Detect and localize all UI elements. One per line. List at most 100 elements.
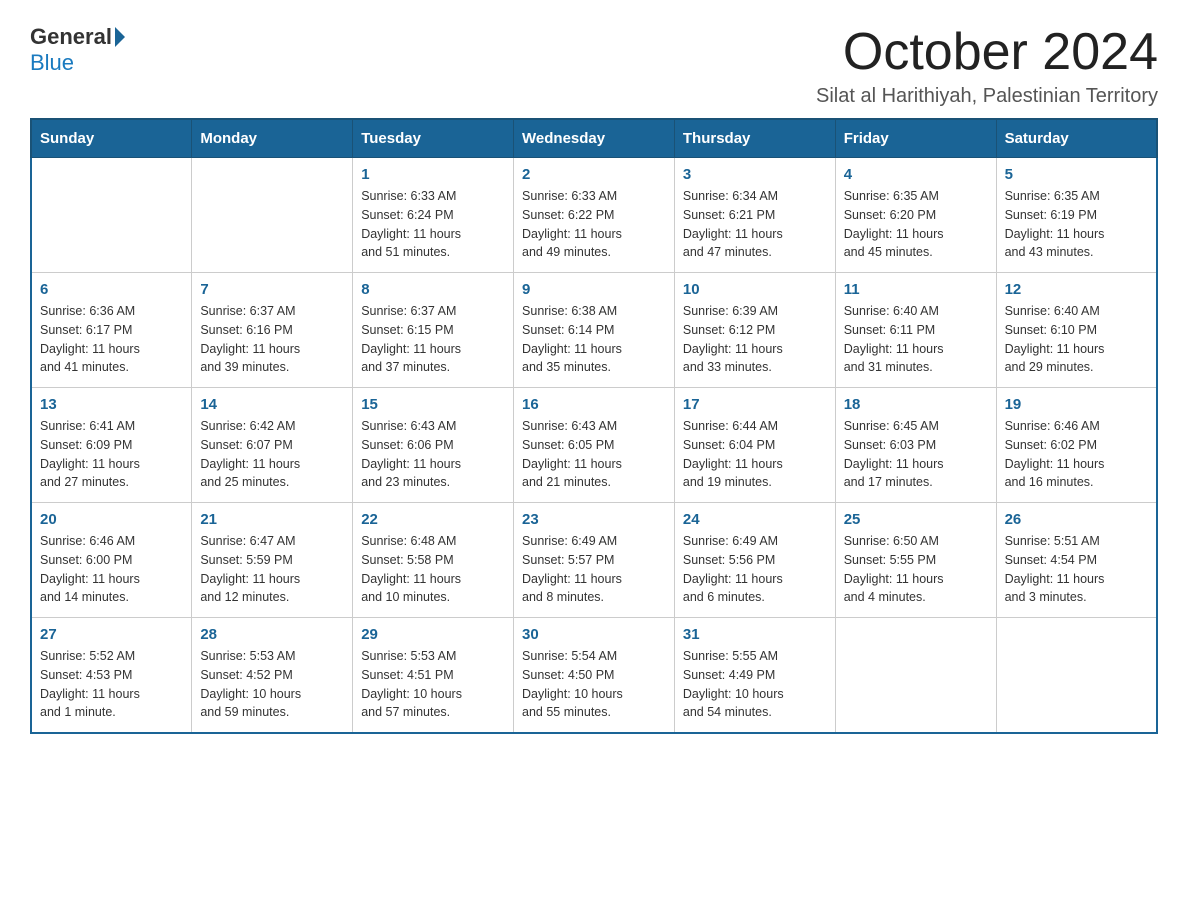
day-info: Sunrise: 6:37 AM Sunset: 6:15 PM Dayligh… xyxy=(361,302,505,377)
day-number: 4 xyxy=(844,166,988,183)
day-number: 12 xyxy=(1005,281,1148,298)
day-info: Sunrise: 6:45 AM Sunset: 6:03 PM Dayligh… xyxy=(844,417,988,492)
day-number: 16 xyxy=(522,396,666,413)
day-info: Sunrise: 6:35 AM Sunset: 6:19 PM Dayligh… xyxy=(1005,187,1148,262)
day-info: Sunrise: 6:46 AM Sunset: 6:00 PM Dayligh… xyxy=(40,532,183,607)
calendar-day-header: Saturday xyxy=(996,119,1157,158)
day-number: 5 xyxy=(1005,166,1148,183)
day-info: Sunrise: 6:33 AM Sunset: 6:24 PM Dayligh… xyxy=(361,187,505,262)
day-number: 28 xyxy=(200,626,344,643)
calendar-day-cell: 1 Sunrise: 6:33 AM Sunset: 6:24 PM Daylig… xyxy=(353,158,514,273)
calendar-day-cell: 17Sunrise: 6:44 AM Sunset: 6:04 PM Dayli… xyxy=(674,388,835,503)
day-info: Sunrise: 6:37 AM Sunset: 6:16 PM Dayligh… xyxy=(200,302,344,377)
day-info: Sunrise: 5:55 AM Sunset: 4:49 PM Dayligh… xyxy=(683,647,827,722)
day-number: 26 xyxy=(1005,511,1148,528)
calendar-day-cell: 3 Sunrise: 6:34 AM Sunset: 6:21 PM Daylig… xyxy=(674,158,835,273)
day-info: Sunrise: 6:40 AM Sunset: 6:10 PM Dayligh… xyxy=(1005,302,1148,377)
day-number: 10 xyxy=(683,281,827,298)
calendar-day-cell: 24 Sunrise: 6:49 AM Sunset: 5:56 PM Dayli… xyxy=(674,503,835,618)
calendar-day-cell: 7Sunrise: 6:37 AM Sunset: 6:16 PM Daylig… xyxy=(192,273,353,388)
calendar-day-cell: 20 Sunrise: 6:46 AM Sunset: 6:00 PM Dayli… xyxy=(31,503,192,618)
day-number: 3 xyxy=(683,166,827,183)
calendar-day-cell: 19 Sunrise: 6:46 AM Sunset: 6:02 PM Dayli… xyxy=(996,388,1157,503)
day-info: Sunrise: 6:39 AM Sunset: 6:12 PM Dayligh… xyxy=(683,302,827,377)
calendar-day-header: Friday xyxy=(835,119,996,158)
calendar-day-cell: 10 Sunrise: 6:39 AM Sunset: 6:12 PM Dayli… xyxy=(674,273,835,388)
calendar-day-cell xyxy=(835,618,996,734)
logo-general-text: General xyxy=(30,24,112,50)
calendar-day-cell: 21 Sunrise: 6:47 AM Sunset: 5:59 PM Dayli… xyxy=(192,503,353,618)
day-number: 23 xyxy=(522,511,666,528)
day-info: Sunrise: 6:43 AM Sunset: 6:05 PM Dayligh… xyxy=(522,417,666,492)
calendar-day-cell xyxy=(31,158,192,273)
calendar-day-cell: 30 Sunrise: 5:54 AM Sunset: 4:50 PM Dayli… xyxy=(514,618,675,734)
calendar-day-header: Wednesday xyxy=(514,119,675,158)
day-info: Sunrise: 6:34 AM Sunset: 6:21 PM Dayligh… xyxy=(683,187,827,262)
calendar-day-cell: 8 Sunrise: 6:37 AM Sunset: 6:15 PM Daylig… xyxy=(353,273,514,388)
day-number: 14 xyxy=(200,396,344,413)
calendar-day-cell: 26 Sunrise: 5:51 AM Sunset: 4:54 PM Dayli… xyxy=(996,503,1157,618)
day-number: 24 xyxy=(683,511,827,528)
day-number: 31 xyxy=(683,626,827,643)
calendar-day-cell: 13 Sunrise: 6:41 AM Sunset: 6:09 PM Dayli… xyxy=(31,388,192,503)
logo-blue-text: Blue xyxy=(30,50,74,75)
calendar-day-cell xyxy=(996,618,1157,734)
day-number: 22 xyxy=(361,511,505,528)
day-info: Sunrise: 6:48 AM Sunset: 5:58 PM Dayligh… xyxy=(361,532,505,607)
logo: General Blue xyxy=(30,24,128,76)
day-number: 19 xyxy=(1005,396,1148,413)
day-number: 8 xyxy=(361,281,505,298)
page-title: October 2024 xyxy=(816,24,1158,81)
day-number: 13 xyxy=(40,396,183,413)
day-info: Sunrise: 6:36 AM Sunset: 6:17 PM Dayligh… xyxy=(40,302,183,377)
day-info: Sunrise: 6:47 AM Sunset: 5:59 PM Dayligh… xyxy=(200,532,344,607)
calendar-day-cell: 15 Sunrise: 6:43 AM Sunset: 6:06 PM Dayli… xyxy=(353,388,514,503)
calendar-day-cell: 16 Sunrise: 6:43 AM Sunset: 6:05 PM Dayli… xyxy=(514,388,675,503)
calendar-day-cell: 25Sunrise: 6:50 AM Sunset: 5:55 PM Dayli… xyxy=(835,503,996,618)
calendar-day-cell: 14 Sunrise: 6:42 AM Sunset: 6:07 PM Dayli… xyxy=(192,388,353,503)
day-info: Sunrise: 5:51 AM Sunset: 4:54 PM Dayligh… xyxy=(1005,532,1148,607)
calendar-week-row: 1 Sunrise: 6:33 AM Sunset: 6:24 PM Daylig… xyxy=(31,158,1157,273)
day-info: Sunrise: 5:53 AM Sunset: 4:52 PM Dayligh… xyxy=(200,647,344,722)
calendar-week-row: 6 Sunrise: 6:36 AM Sunset: 6:17 PM Daylig… xyxy=(31,273,1157,388)
day-info: Sunrise: 6:49 AM Sunset: 5:56 PM Dayligh… xyxy=(683,532,827,607)
calendar-week-row: 13 Sunrise: 6:41 AM Sunset: 6:09 PM Dayli… xyxy=(31,388,1157,503)
day-number: 1 xyxy=(361,166,505,183)
calendar-week-row: 20 Sunrise: 6:46 AM Sunset: 6:00 PM Dayli… xyxy=(31,503,1157,618)
calendar-table: SundayMondayTuesdayWednesdayThursdayFrid… xyxy=(30,118,1158,734)
calendar-day-cell: 22 Sunrise: 6:48 AM Sunset: 5:58 PM Dayli… xyxy=(353,503,514,618)
page-header: General Blue October 2024 Silat al Harit… xyxy=(30,24,1158,108)
day-number: 21 xyxy=(200,511,344,528)
day-number: 29 xyxy=(361,626,505,643)
day-number: 15 xyxy=(361,396,505,413)
day-info: Sunrise: 6:40 AM Sunset: 6:11 PM Dayligh… xyxy=(844,302,988,377)
calendar-day-header: Monday xyxy=(192,119,353,158)
calendar-day-header: Thursday xyxy=(674,119,835,158)
day-info: Sunrise: 6:50 AM Sunset: 5:55 PM Dayligh… xyxy=(844,532,988,607)
logo-arrow-icon xyxy=(115,27,125,47)
day-info: Sunrise: 6:41 AM Sunset: 6:09 PM Dayligh… xyxy=(40,417,183,492)
calendar-day-cell: 2Sunrise: 6:33 AM Sunset: 6:22 PM Daylig… xyxy=(514,158,675,273)
calendar-day-cell: 28 Sunrise: 5:53 AM Sunset: 4:52 PM Dayli… xyxy=(192,618,353,734)
day-info: Sunrise: 6:43 AM Sunset: 6:06 PM Dayligh… xyxy=(361,417,505,492)
calendar-day-header: Tuesday xyxy=(353,119,514,158)
calendar-day-cell: 4Sunrise: 6:35 AM Sunset: 6:20 PM Daylig… xyxy=(835,158,996,273)
calendar-day-cell: 31 Sunrise: 5:55 AM Sunset: 4:49 PM Dayli… xyxy=(674,618,835,734)
day-number: 30 xyxy=(522,626,666,643)
calendar-week-row: 27 Sunrise: 5:52 AM Sunset: 4:53 PM Dayli… xyxy=(31,618,1157,734)
day-info: Sunrise: 6:42 AM Sunset: 6:07 PM Dayligh… xyxy=(200,417,344,492)
calendar-day-cell: 29 Sunrise: 5:53 AM Sunset: 4:51 PM Dayli… xyxy=(353,618,514,734)
day-info: Sunrise: 5:52 AM Sunset: 4:53 PM Dayligh… xyxy=(40,647,183,722)
day-number: 27 xyxy=(40,626,183,643)
calendar-day-cell: 9Sunrise: 6:38 AM Sunset: 6:14 PM Daylig… xyxy=(514,273,675,388)
day-info: Sunrise: 5:53 AM Sunset: 4:51 PM Dayligh… xyxy=(361,647,505,722)
day-number: 17 xyxy=(683,396,827,413)
day-info: Sunrise: 6:33 AM Sunset: 6:22 PM Dayligh… xyxy=(522,187,666,262)
day-info: Sunrise: 6:38 AM Sunset: 6:14 PM Dayligh… xyxy=(522,302,666,377)
title-block: October 2024 Silat al Harithiyah, Palest… xyxy=(816,24,1158,108)
day-info: Sunrise: 5:54 AM Sunset: 4:50 PM Dayligh… xyxy=(522,647,666,722)
day-number: 6 xyxy=(40,281,183,298)
day-info: Sunrise: 6:46 AM Sunset: 6:02 PM Dayligh… xyxy=(1005,417,1148,492)
calendar-day-cell xyxy=(192,158,353,273)
day-number: 20 xyxy=(40,511,183,528)
